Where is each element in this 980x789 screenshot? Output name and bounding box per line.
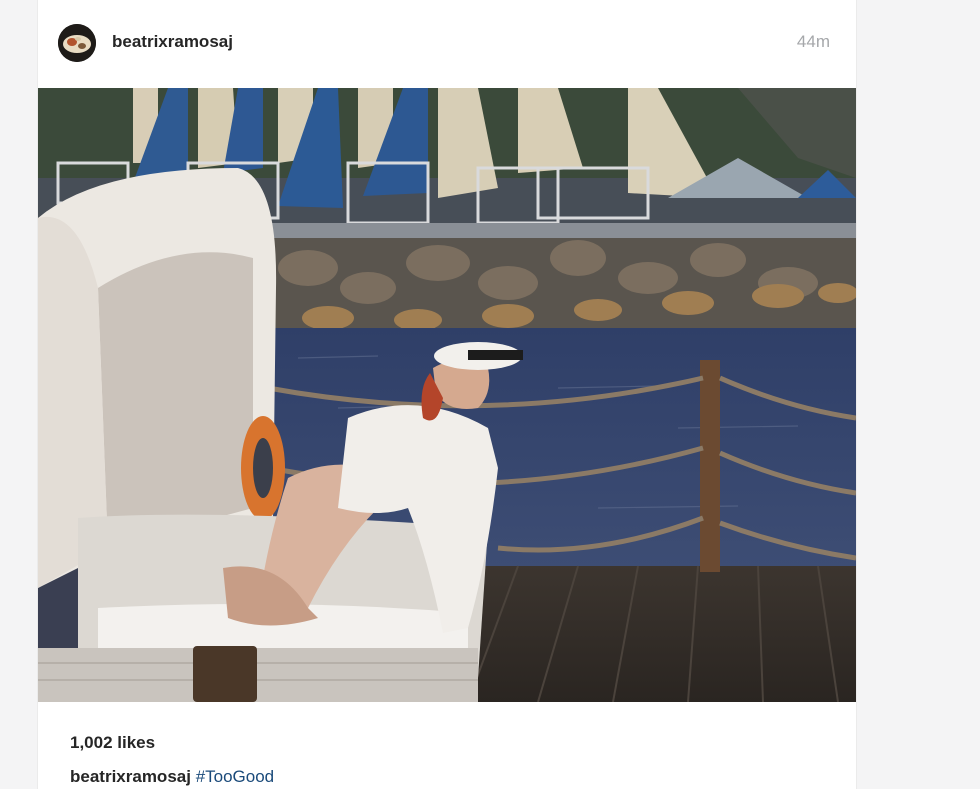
avatar[interactable] [58,24,96,62]
post-timestamp[interactable]: 44m [797,32,830,52]
post-caption: beatrixramosaj #TooGood [70,767,274,787]
post-photo[interactable] [38,88,856,702]
post-header: beatrixramosaj 44m [38,0,856,88]
hashtag-link[interactable]: #TooGood [196,767,274,786]
post-card: beatrixramosaj 44m 1,002 likes beatrixra… [37,0,857,789]
likes-count[interactable]: 1,002 likes [70,733,155,753]
post-username-link[interactable]: beatrixramosaj [112,32,233,52]
caption-username-link[interactable]: beatrixramosaj [70,767,191,786]
